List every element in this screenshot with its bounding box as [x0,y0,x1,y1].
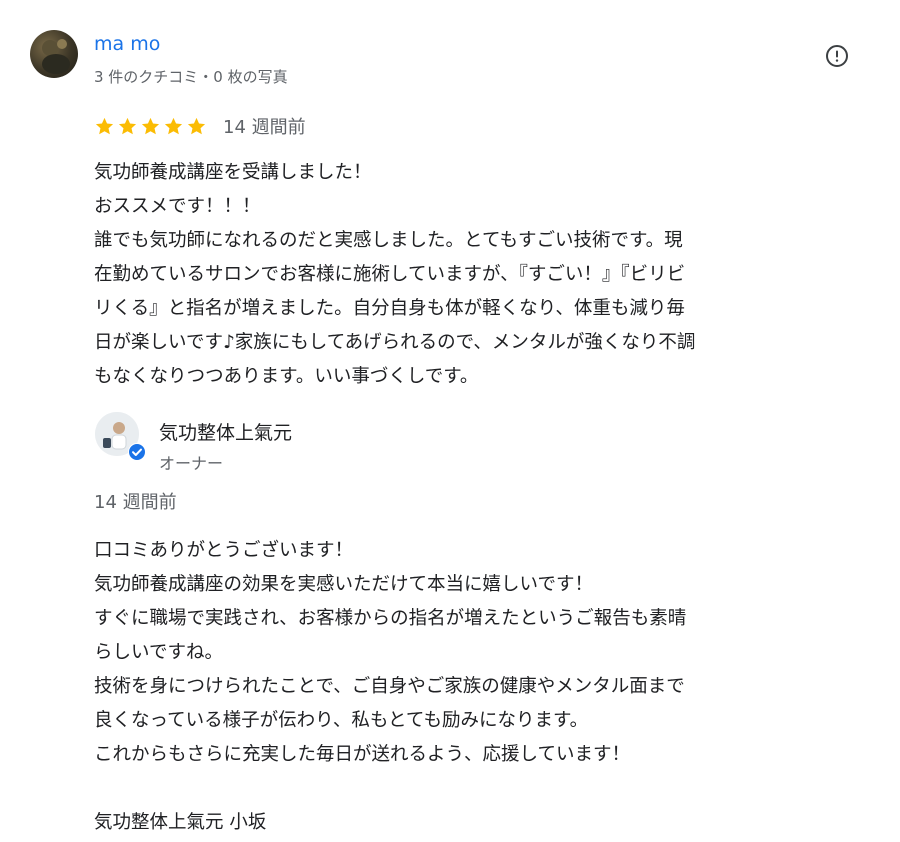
review-text: 気功師養成講座を受講しました！ おススメです！！！ 誰でも気功師になれるのだと実感し… [94,156,864,394]
review-text-line: 日が楽しいです♪家族にもしてあげられるので、メンタルが強くなり不調 [94,332,696,353]
reply-time: 14 週間前 [94,492,177,513]
reviewer-name[interactable]: ma mo [94,33,160,55]
review-text-line: リくる』と指名が増えました。自分自身も体が軽くなり、体重も減り毎 [94,298,685,319]
star-rating [94,116,207,137]
reply-text-line: 気功師養成講座の効果を実感いただけて本当に嬉しいです！ [94,574,593,595]
owner-role: オーナー [159,454,224,473]
review-text-line: 気功師養成講座を受講しました！ [94,162,372,183]
reply-text-line: 気功整体上氣元 小坂 [94,812,267,833]
owner-reply-text: 口コミありがとうございます！ 気功師養成講座の効果を実感いただけて本当に嬉しいです… [94,534,864,840]
review-card: ma mo 3 件のクチコミ・0 枚の写真 14 週間前 気功師養成講座を受講し… [0,0,900,842]
reply-text-line: これからもさらに充実した毎日が送れるよう、応援しています！ [94,744,630,765]
reviewer-avatar[interactable] [30,30,78,78]
star-icon [95,117,114,134]
review-text-line: もなくなりつつあります。いい事づくしです。 [94,366,479,387]
owner-name: 気功整体上氣元 [159,422,293,444]
review-text-line: 在勤めているサロンでお客様に施術していますが、『すごい！』『ビリビ [94,264,686,285]
reply-text-line: 良くなっている様子が伝わり、私もとても励みになります。 [94,710,589,731]
star-icon [187,117,206,134]
star-icon [118,117,137,134]
star-icon [141,117,160,134]
reply-text-line: 口コミありがとうございます！ [94,540,354,561]
reply-text-line: らしいですね。 [94,642,223,663]
report-icon[interactable] [825,44,849,68]
star-icon [164,117,183,134]
reviewer-meta: 3 件のクチコミ・0 枚の写真 [94,68,288,86]
reply-text-line [94,772,864,806]
reply-text-line: 技術を身につけられたことで、ご自身やご家族の健康やメンタル面まで [94,676,685,697]
review-text-line: 誰でも気功師になれるのだと実感しました。とてもすごい技術です。現 [94,230,683,251]
review-time: 14 週間前 [223,117,306,138]
rating-row: 14 週間前 [94,113,306,139]
verified-badge-icon [128,443,146,461]
reply-text-line: すぐに職場で実践され、お客様からの指名が増えたというご報告も素晴 [94,608,687,629]
review-text-line: おススメです！！！ [94,196,261,217]
